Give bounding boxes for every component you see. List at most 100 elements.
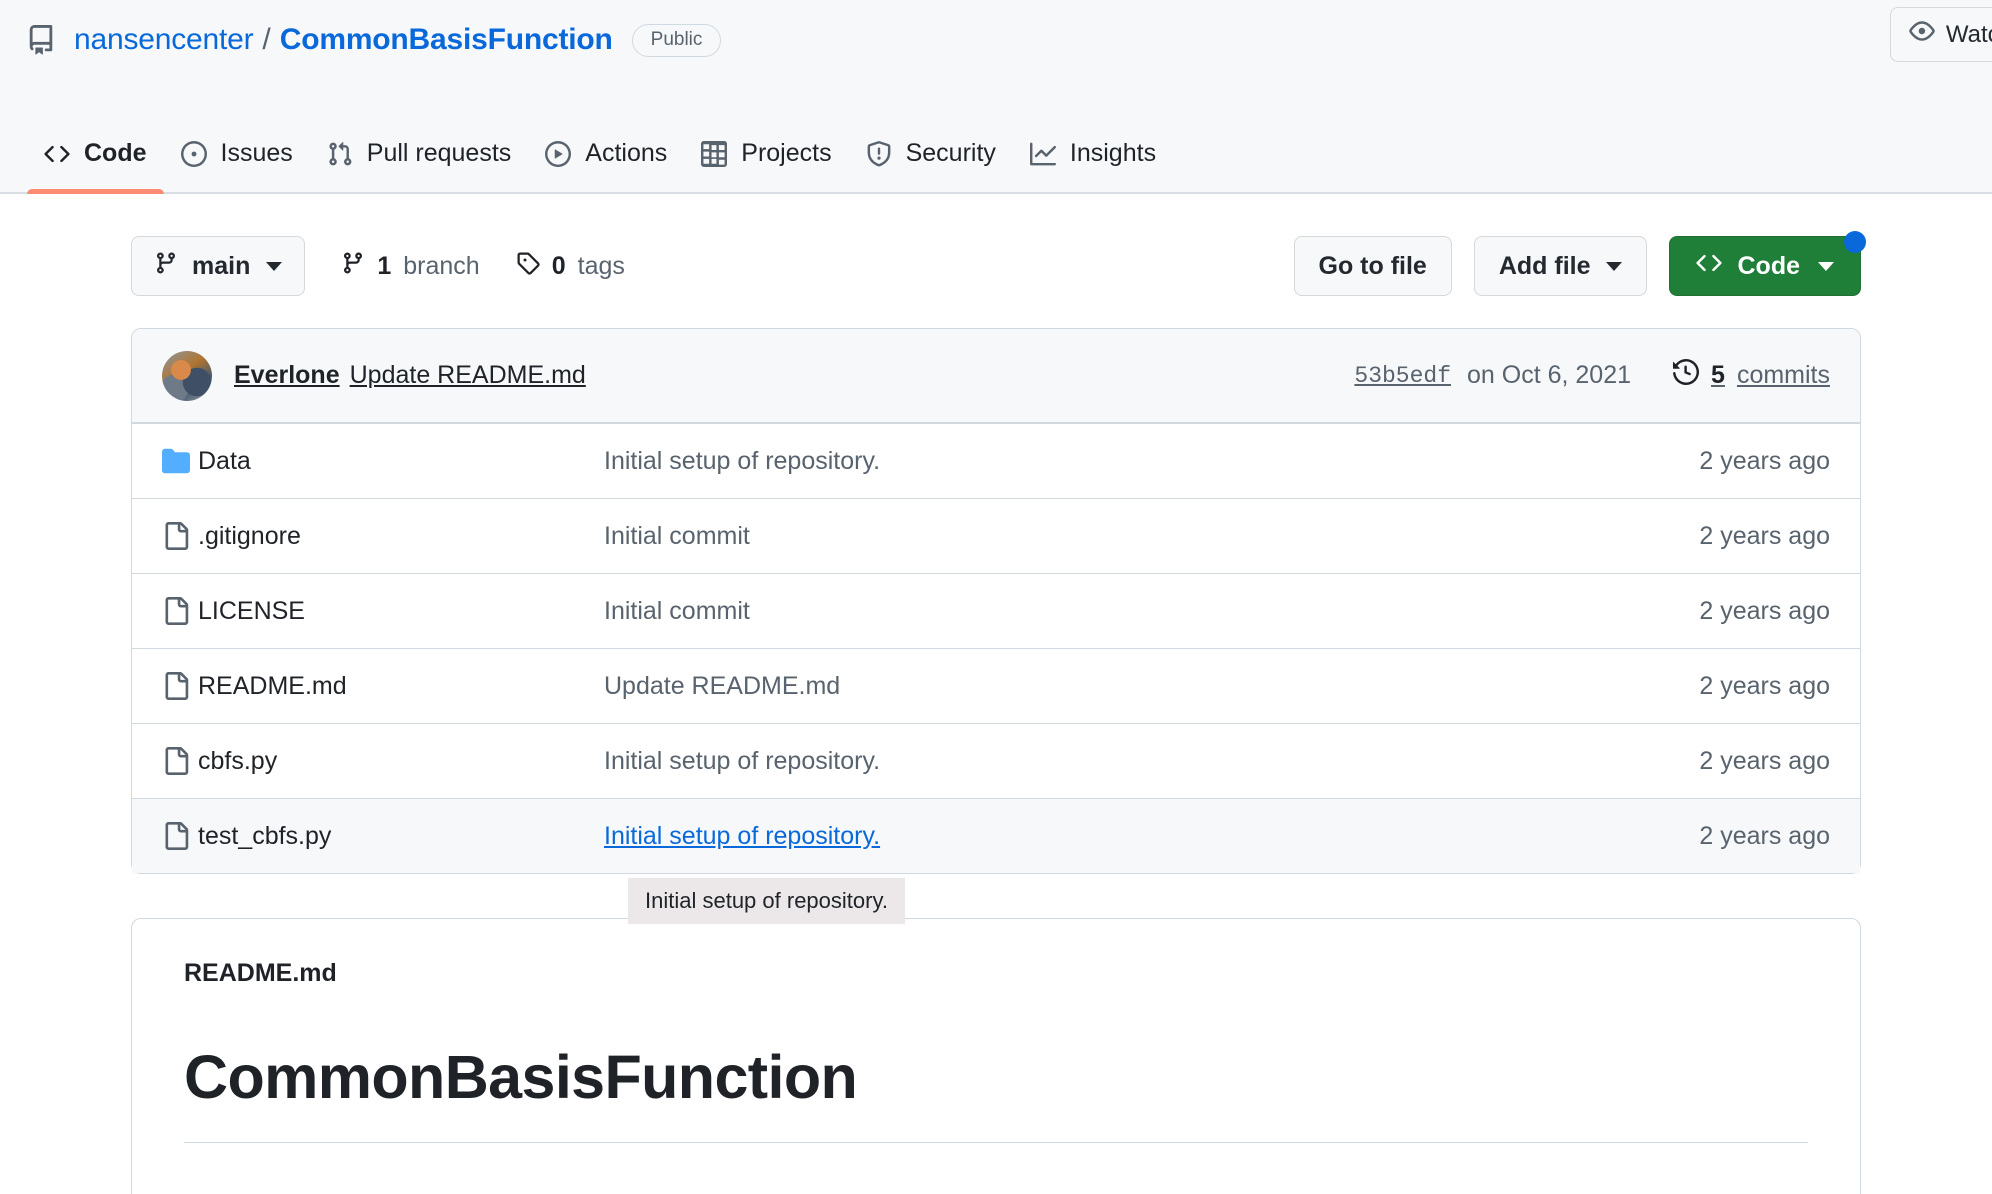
- code-download-button[interactable]: Code: [1669, 236, 1862, 296]
- file-name-link[interactable]: Data: [198, 447, 604, 476]
- file-name-link[interactable]: .gitignore: [198, 522, 604, 551]
- file-commit-message-link[interactable]: Initial commit: [604, 597, 1669, 626]
- file-commit-age: 2 years ago: [1669, 672, 1830, 701]
- branches-count-link[interactable]: 1 branch: [341, 251, 479, 282]
- chevron-down-icon: [1818, 262, 1834, 271]
- file-commit-message-link[interactable]: Initial setup of repository.: [604, 747, 1669, 776]
- code-icon: [1696, 250, 1722, 283]
- file-commit-message-link[interactable]: Update README.md: [604, 672, 1669, 701]
- watch-button[interactable]: Watch: [1890, 7, 1992, 62]
- tab-insights-label: Insights: [1070, 139, 1156, 168]
- readme-heading: CommonBasisFunction: [184, 1042, 1808, 1112]
- commit-message-tooltip: Initial setup of repository.: [628, 878, 905, 924]
- file-icon: [162, 522, 198, 550]
- branches-count-value: 1: [377, 252, 391, 281]
- issue-opened-icon: [181, 141, 207, 167]
- file-commit-message-link[interactable]: Initial commit: [604, 522, 1669, 551]
- repository-main-content: main 1 branch 0 tags: [0, 194, 1992, 1194]
- branch-name-label: main: [192, 252, 250, 281]
- tab-pull-requests[interactable]: Pull requests: [310, 139, 529, 192]
- repo-path-separator: /: [262, 23, 270, 57]
- git-branch-icon: [154, 251, 178, 282]
- tab-security-label: Security: [906, 139, 996, 168]
- watch-button-label: Watch: [1946, 21, 1992, 49]
- tab-actions-label: Actions: [585, 139, 667, 168]
- tab-pull-requests-label: Pull requests: [367, 139, 512, 168]
- graph-icon: [1030, 141, 1056, 167]
- commit-meta: 53b5edf on Oct 6, 2021 5 commits: [1354, 359, 1830, 392]
- chevron-down-icon: [266, 262, 282, 271]
- git-pull-request-icon: [327, 141, 353, 167]
- tab-projects-label: Projects: [741, 139, 831, 168]
- repo-visibility-badge: Public: [632, 24, 722, 57]
- file-table: Everlone Update README.md 53b5edf on Oct…: [131, 328, 1861, 874]
- tab-issues-label: Issues: [221, 139, 293, 168]
- table-row[interactable]: test_cbfs.py Initial setup of repository…: [132, 798, 1860, 873]
- table-row[interactable]: cbfs.py Initial setup of repository. 2 y…: [132, 723, 1860, 798]
- file-icon: [162, 822, 198, 850]
- branches-count-label: branch: [403, 252, 479, 281]
- readme-heading-rule: [184, 1142, 1808, 1143]
- file-commit-message-link[interactable]: Initial setup of repository.: [604, 822, 1669, 851]
- repo-icon: [26, 25, 56, 55]
- play-icon: [545, 141, 571, 167]
- file-icon: [162, 597, 198, 625]
- table-row[interactable]: Data Initial setup of repository. 2 year…: [132, 423, 1860, 498]
- tag-icon: [516, 251, 540, 282]
- file-commit-age: 2 years ago: [1669, 747, 1830, 776]
- shield-icon: [866, 141, 892, 167]
- file-icon: [162, 747, 198, 775]
- go-to-file-label: Go to file: [1319, 252, 1427, 281]
- tab-projects[interactable]: Projects: [684, 139, 848, 192]
- commit-date: on Oct 6, 2021: [1467, 361, 1631, 390]
- repository-title: nansencenter / CommonBasisFunction Publi…: [0, 0, 1992, 62]
- file-commit-message-link[interactable]: Initial setup of repository.: [604, 447, 1669, 476]
- repository-header: nansencenter / CommonBasisFunction Publi…: [0, 0, 1992, 194]
- repo-owner-link[interactable]: nansencenter: [74, 23, 253, 57]
- readme-filename: README.md: [184, 959, 1808, 988]
- commit-message-link[interactable]: Update README.md: [350, 361, 586, 390]
- file-name-link[interactable]: README.md: [198, 672, 604, 701]
- code-icon: [44, 141, 70, 167]
- tab-actions[interactable]: Actions: [528, 139, 684, 192]
- folder-icon: [162, 447, 198, 475]
- file-name-link[interactable]: LICENSE: [198, 597, 604, 626]
- table-row[interactable]: README.md Update README.md 2 years ago: [132, 648, 1860, 723]
- branch-selector-button[interactable]: main: [131, 236, 305, 296]
- chevron-down-icon: [1606, 262, 1622, 271]
- add-file-label: Add file: [1499, 252, 1591, 281]
- readme-panel: README.md CommonBasisFunction: [131, 918, 1861, 1194]
- commit-sha-link[interactable]: 53b5edf: [1354, 363, 1451, 389]
- repository-nav-tabs: Code Issues Pull requests: [0, 82, 1992, 192]
- tags-count-value: 0: [552, 252, 566, 281]
- file-icon: [162, 672, 198, 700]
- tab-insights[interactable]: Insights: [1013, 139, 1173, 192]
- file-commit-age: 2 years ago: [1669, 522, 1830, 551]
- commit-author-link[interactable]: Everlone: [234, 361, 340, 390]
- avatar: [162, 351, 212, 401]
- tab-issues[interactable]: Issues: [164, 139, 310, 192]
- go-to-file-button[interactable]: Go to file: [1294, 236, 1452, 296]
- table-row[interactable]: LICENSE Initial commit 2 years ago: [132, 573, 1860, 648]
- repo-name-link[interactable]: CommonBasisFunction: [280, 23, 613, 57]
- file-commit-age: 2 years ago: [1669, 822, 1830, 851]
- add-file-button[interactable]: Add file: [1474, 236, 1647, 296]
- latest-commit-header: Everlone Update README.md 53b5edf on Oct…: [132, 329, 1860, 423]
- file-name-link[interactable]: test_cbfs.py: [198, 822, 604, 851]
- code-button-notification-dot: [1844, 231, 1866, 253]
- file-commit-age: 2 years ago: [1669, 597, 1830, 626]
- tab-code-label: Code: [84, 139, 147, 168]
- tab-code[interactable]: Code: [27, 139, 164, 192]
- tags-count-link[interactable]: 0 tags: [516, 251, 625, 282]
- history-icon: [1673, 359, 1699, 392]
- tab-security[interactable]: Security: [849, 139, 1013, 192]
- commits-count-link[interactable]: 5 commits: [1673, 359, 1830, 392]
- eye-icon: [1909, 18, 1935, 51]
- tags-count-label: tags: [578, 252, 625, 281]
- table-icon: [701, 141, 727, 167]
- file-name-link[interactable]: cbfs.py: [198, 747, 604, 776]
- repository-action-bar: main 1 branch 0 tags: [131, 235, 1861, 297]
- commits-count-value: 5: [1711, 361, 1725, 390]
- table-row[interactable]: .gitignore Initial commit 2 years ago: [132, 498, 1860, 573]
- code-button-label: Code: [1738, 252, 1801, 281]
